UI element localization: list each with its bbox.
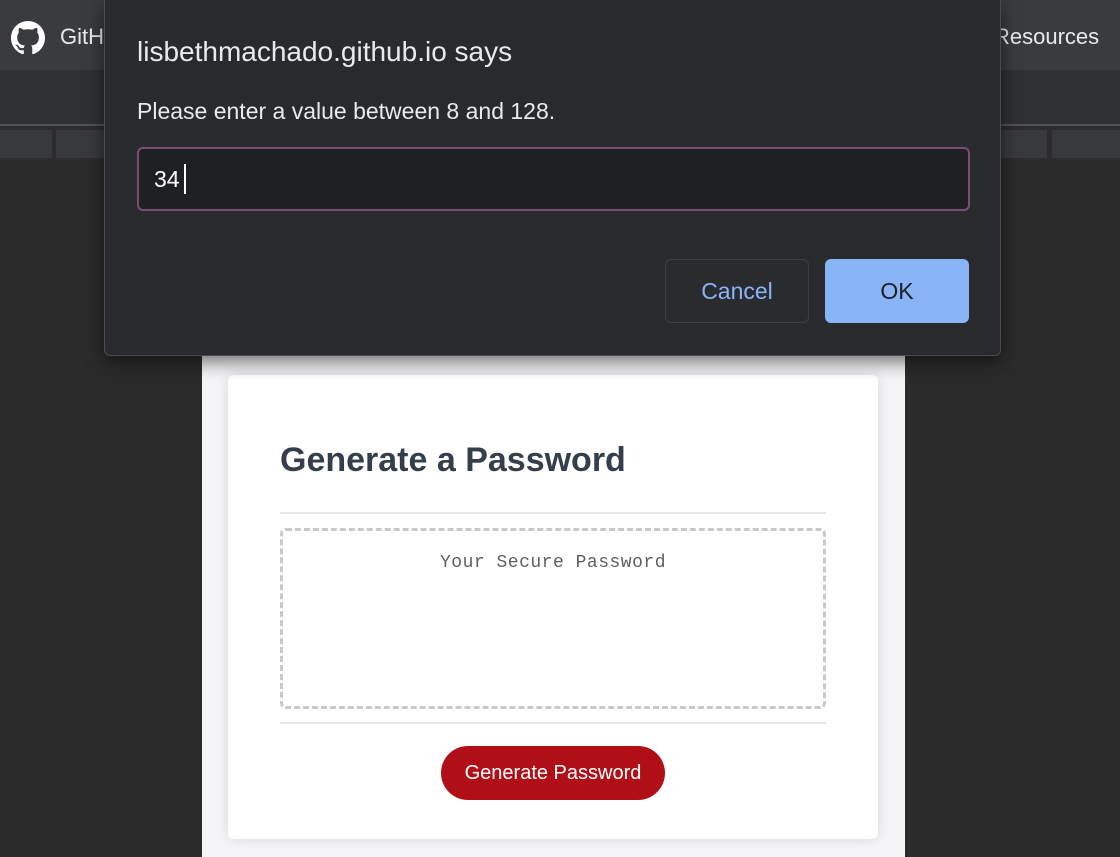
prompt-input[interactable] <box>137 147 970 211</box>
generate-password-button[interactable]: Generate Password <box>441 746 665 800</box>
password-card: Generate a Password Your Secure Password… <box>228 375 878 839</box>
cancel-button[interactable]: Cancel <box>665 259 809 323</box>
divider <box>280 512 826 514</box>
password-placeholder: Your Secure Password <box>439 553 667 573</box>
card-title: Generate a Password <box>280 441 626 479</box>
text-caret <box>184 164 186 194</box>
bookmark-resources[interactable]: Resources <box>994 24 1099 50</box>
bookmark-github[interactable]: GitH <box>60 24 104 50</box>
password-output[interactable]: Your Secure Password <box>280 528 826 709</box>
ok-button[interactable]: OK <box>825 259 969 323</box>
devtools-toolbar-segment <box>1052 130 1120 158</box>
devtools-toolbar-segment <box>56 130 104 158</box>
github-icon[interactable] <box>11 21 45 55</box>
dialog-message: Please enter a value between 8 and 128. <box>137 98 556 124</box>
devtools-toolbar-segment <box>1001 130 1047 158</box>
divider <box>280 722 826 724</box>
browser-window: GitH Resources Generate a Password Your … <box>0 0 1120 857</box>
prompt-dialog: lisbethmachado.github.io says Please ent… <box>104 0 1001 356</box>
devtools-toolbar-segment <box>0 130 52 158</box>
dialog-title: lisbethmachado.github.io says <box>137 36 513 67</box>
